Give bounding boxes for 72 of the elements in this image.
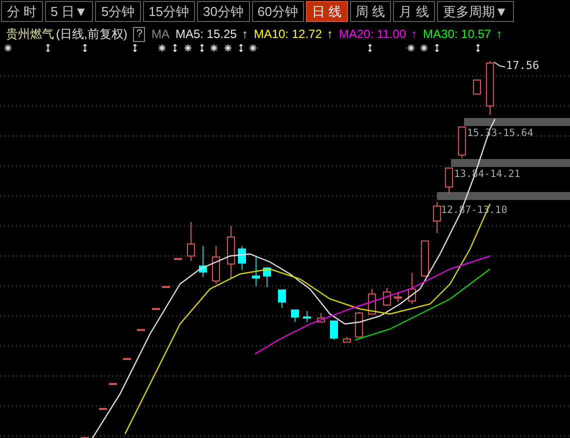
up-down-arrow-icon	[435, 44, 439, 52]
candlestick	[162, 286, 170, 288]
candlestick	[212, 246, 220, 284]
moving-average-value: MA20: 11.00	[338, 26, 406, 43]
up-down-arrow-icon	[239, 44, 243, 52]
period-tab[interactable]: 分 时	[1, 1, 43, 22]
high-price-label: 17.56	[506, 60, 540, 72]
moving-average-value: MA10: 12.72	[254, 26, 322, 43]
period-tab[interactable]: 30分钟	[197, 1, 250, 22]
candlestick	[99, 408, 107, 410]
candlestick	[252, 256, 260, 286]
candlestick	[81, 437, 89, 438]
candlestick	[394, 292, 402, 302]
period-tab[interactable]: 月 线	[393, 1, 435, 22]
asterisk-icon	[158, 44, 166, 52]
candlestick	[445, 168, 453, 194]
candlestick	[238, 246, 246, 270]
candlestick	[408, 272, 416, 304]
candlestick	[227, 226, 235, 280]
period-tab[interactable]: 60分钟	[252, 1, 304, 22]
candlestick	[263, 266, 271, 288]
candlestick	[421, 240, 429, 278]
candlestick	[355, 312, 363, 338]
period-tab[interactable]: 5 日▼	[44, 1, 94, 22]
trend-arrow: ↑	[411, 26, 418, 43]
asterisk-icon	[420, 44, 428, 52]
candlestick	[473, 80, 481, 94]
period-tab[interactable]: 日 线	[306, 1, 348, 22]
asterisk-icon	[249, 44, 257, 52]
period-tab[interactable]: 5分钟	[95, 1, 141, 22]
candlestick	[109, 383, 117, 385]
trend-arrow: ↑	[496, 26, 502, 43]
up-down-arrow-icon	[83, 44, 87, 52]
help-button[interactable]: ?	[133, 26, 146, 42]
candlestick	[199, 246, 207, 278]
chart-mode: (日线,前复权)	[56, 26, 128, 43]
up-down-arrow-icon	[173, 44, 177, 52]
leader-line	[494, 62, 506, 68]
asterisk-icon	[407, 44, 415, 52]
candlestick	[187, 222, 195, 262]
candlestick	[123, 358, 131, 360]
period-tab[interactable]: 更多周期▼	[436, 1, 514, 22]
candlestick	[137, 329, 145, 331]
period-tab[interactable]: 15分钟	[142, 1, 196, 22]
indicator-name: MA	[151, 26, 170, 43]
candlestick	[486, 60, 494, 116]
up-down-arrow-icon	[200, 44, 204, 52]
up-down-arrow-icon	[476, 44, 480, 52]
candlestick	[458, 126, 466, 158]
candlestick	[303, 310, 311, 322]
asterisk-icon	[210, 44, 218, 52]
up-down-arrow-icon	[368, 44, 372, 52]
candlestick	[317, 312, 325, 322]
asterisk-icon	[224, 44, 232, 52]
candlestick	[174, 258, 182, 260]
candlestick	[330, 320, 338, 340]
candlestick	[343, 336, 351, 342]
trend-arrow: ↑	[242, 26, 248, 43]
moving-average-value: MA5: 15.25	[175, 26, 237, 43]
period-tab[interactable]: 周 线	[350, 1, 392, 22]
asterisk-icon	[4, 44, 12, 52]
candlestick	[433, 202, 441, 234]
stock-name: 贵州燃气	[6, 26, 54, 43]
up-down-arrow-icon	[46, 44, 50, 52]
candlestick	[152, 308, 160, 310]
up-down-arrow-icon	[133, 44, 137, 52]
candlestick	[278, 290, 286, 308]
candlestick	[291, 310, 299, 322]
asterisk-icon	[184, 44, 192, 52]
candlestick	[383, 288, 391, 306]
moving-average-value: MA30: 10.57	[423, 26, 492, 43]
trend-arrow: ↑	[326, 26, 333, 43]
